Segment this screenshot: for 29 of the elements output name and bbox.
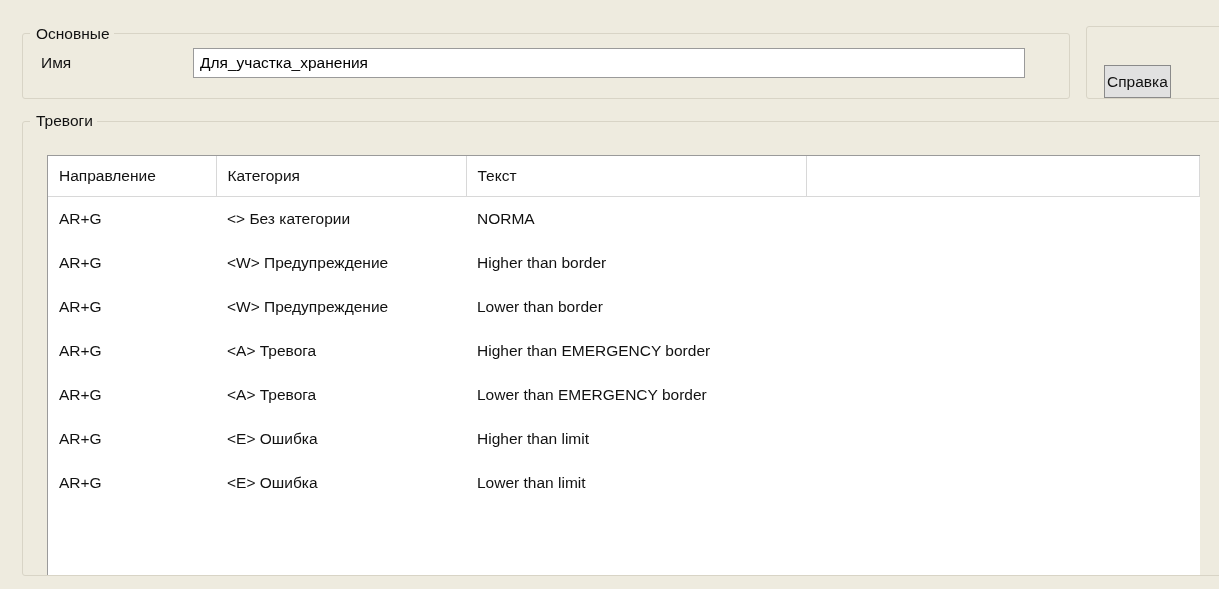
table-cell: <E> Ошибка — [227, 474, 318, 492]
table-cell: AR+G — [59, 430, 102, 448]
table-cell: <A> Тревога — [227, 386, 317, 404]
table-cell: AR+G — [59, 386, 102, 404]
help-button[interactable]: Справка — [1104, 65, 1171, 99]
column-header[interactable]: Текст — [466, 155, 806, 197]
table-cell: Lower than EMERGENCY border — [477, 386, 707, 404]
table-cell: Higher than limit — [477, 430, 589, 448]
table-cell: Lower than border — [477, 298, 603, 316]
table-cell: AR+G — [59, 254, 102, 272]
column-header[interactable]: Направление — [48, 155, 216, 197]
field-label: Имя — [41, 52, 73, 73]
table-cell: <A> Тревога — [227, 342, 317, 360]
table-cell: <W> Предупреждение — [227, 254, 389, 272]
name-field[interactable]: Для_участка_хранения — [193, 47, 1025, 78]
table-cell: <> Без категории — [227, 210, 351, 228]
column-header[interactable]: Категория — [216, 155, 466, 197]
table-cell: NORMA — [477, 210, 535, 228]
table-cell: AR+G — [59, 210, 102, 228]
group-title: Тревоги — [35, 113, 94, 129]
table-cell: <W> Предупреждение — [227, 298, 389, 316]
table-cell: Higher than border — [477, 254, 607, 272]
table-cell: Higher than EMERGENCY border — [477, 342, 711, 360]
table-cell: AR+G — [59, 474, 102, 492]
table-cell: Lower than limit — [477, 474, 586, 492]
group-title: Основные — [35, 26, 111, 42]
table-cell: <E> Ошибка — [227, 430, 318, 448]
table-cell: AR+G — [59, 342, 102, 360]
table-cell: AR+G — [59, 298, 102, 316]
